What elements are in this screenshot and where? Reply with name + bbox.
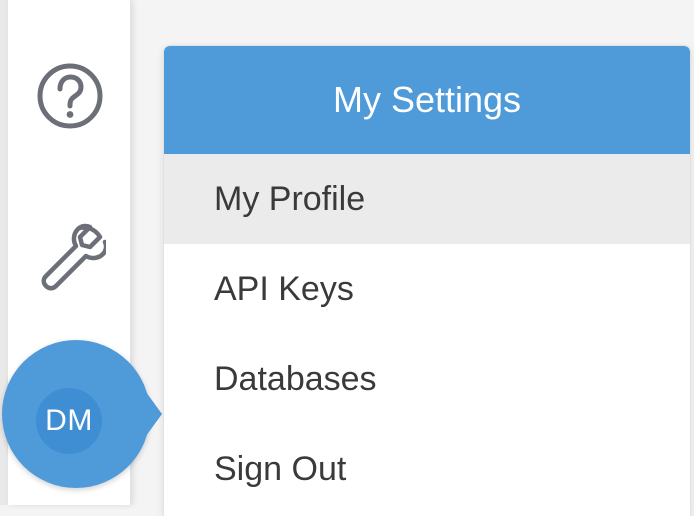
menu-item-my-profile[interactable]: My Profile (164, 154, 690, 244)
help-button[interactable] (34, 60, 106, 132)
settings-button[interactable] (34, 220, 106, 292)
question-circle-icon (37, 63, 103, 129)
menu-item-api-keys[interactable]: API Keys (164, 244, 690, 334)
menu-item-databases[interactable]: Databases (164, 334, 690, 424)
menu-title: My Settings (164, 46, 690, 154)
wrench-icon (41, 223, 106, 291)
user-avatar-button[interactable]: DM (2, 340, 162, 488)
menu-item-sign-out[interactable]: Sign Out (164, 424, 690, 514)
settings-dropdown-menu: My Settings My Profile API Keys Database… (164, 46, 690, 516)
avatar: DM (36, 388, 102, 454)
